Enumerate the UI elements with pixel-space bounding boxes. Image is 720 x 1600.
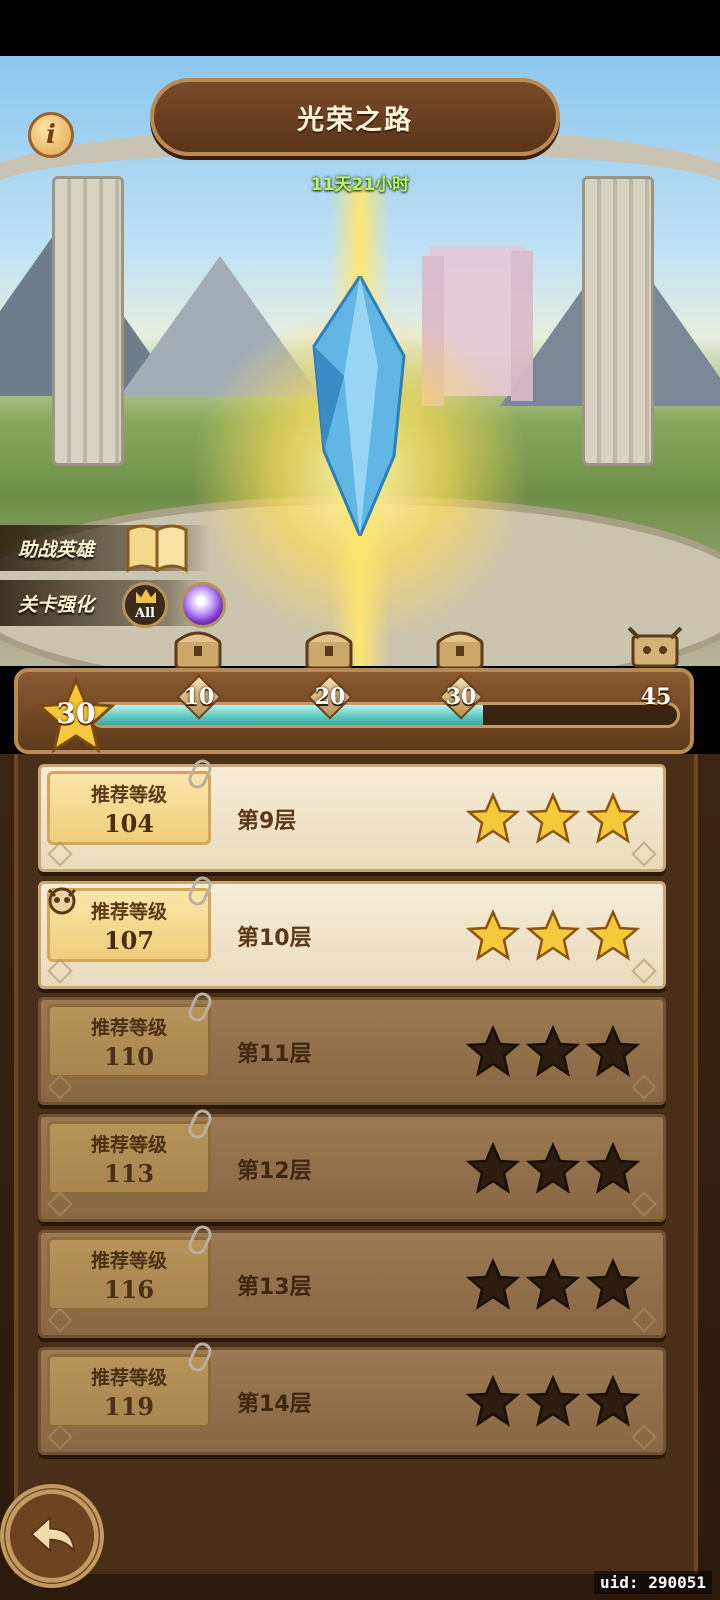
milestone-marker: 30 — [438, 674, 484, 720]
all-badge: All — [135, 606, 155, 621]
milestone-value: 30 — [445, 684, 477, 710]
floor-name: 第9层 — [237, 809, 297, 834]
star-empty-icon — [465, 1374, 521, 1427]
star-filled-icon — [525, 908, 581, 961]
user-id: uid: 290051 — [594, 1571, 712, 1594]
floor-row[interactable]: 推荐等级 113 第12层 — [38, 1106, 666, 1222]
info-icon-glyph: i — [46, 120, 56, 150]
recommended-level-value: 104 — [103, 809, 155, 838]
star-empty-icon — [525, 1024, 581, 1077]
recommended-level-tag: 推荐等级 110 — [47, 1004, 211, 1078]
book-icon[interactable] — [124, 520, 190, 574]
corner-ornament — [631, 1423, 657, 1450]
floor-name: 第12层 — [237, 1158, 312, 1184]
corner-ornament — [631, 1074, 657, 1100]
chest-icon[interactable] — [432, 622, 488, 672]
star-empty-icon — [585, 1024, 641, 1077]
corner-ornament — [47, 1074, 73, 1100]
corner-ornament — [47, 1307, 73, 1333]
milestone-value: 20 — [314, 684, 346, 710]
recommended-level-value: 107 — [103, 925, 155, 955]
recommended-level-value: 113 — [103, 1158, 155, 1188]
star-empty-icon — [525, 1141, 581, 1194]
recommended-level-label: 推荐等级 — [90, 1250, 167, 1272]
stage-boost-button[interactable]: 关卡强化 — [0, 580, 210, 626]
recommended-level-label: 推荐等级 — [90, 1133, 167, 1156]
crystal-icon — [312, 276, 406, 536]
helper-heroes-label: 助战英雄 — [18, 538, 95, 561]
floor-stars — [465, 1257, 641, 1310]
star-empty-icon — [585, 1141, 641, 1194]
floor-stars — [465, 908, 641, 961]
star-filled-icon — [465, 908, 521, 961]
floor-name: 第13层 — [237, 1275, 312, 1300]
floor-row[interactable]: 推荐等级 110 第11层 — [38, 989, 666, 1105]
boss-chest-icon[interactable] — [627, 620, 683, 670]
star-progress-panel — [14, 668, 694, 754]
floor-row[interactable]: 推荐等级 116 第13层 — [38, 1222, 666, 1338]
event-timer: 11天21小时 — [310, 175, 410, 195]
star-filled-icon — [585, 908, 641, 961]
page-title-plate: 光荣之路 — [150, 78, 560, 156]
floor-name: 第11层 — [237, 1042, 312, 1067]
recommended-level-label: 推荐等级 — [90, 784, 167, 806]
milestone-value: 10 — [183, 684, 215, 710]
info-icon[interactable]: i — [28, 112, 74, 158]
pillar-left — [52, 176, 124, 466]
corner-ornament — [47, 957, 73, 984]
corner-ornament — [47, 1423, 73, 1450]
star-progress-fill — [93, 705, 483, 725]
boss-skull-icon — [47, 887, 77, 914]
floor-name: 第10层 — [237, 925, 312, 951]
star-empty-icon — [465, 1257, 521, 1310]
floor-stars — [465, 1374, 641, 1427]
pillar-right — [582, 176, 654, 466]
corner-ornament — [47, 1190, 73, 1217]
chest-icon[interactable] — [170, 622, 226, 672]
corner-ornament — [631, 957, 657, 984]
milestone-marker: 20 — [307, 674, 353, 720]
recommended-level-tag: 推荐等级 104 — [47, 771, 211, 845]
recommended-level-tag: 推荐等级 116 — [47, 1237, 211, 1311]
star-filled-icon — [525, 791, 581, 844]
star-empty-icon — [525, 1257, 581, 1310]
star-empty-icon — [585, 1257, 641, 1310]
floor-row[interactable]: 推荐等级 107 第10层 — [38, 873, 666, 989]
floor-stars — [465, 791, 641, 844]
star-empty-icon — [465, 1141, 521, 1194]
milestone-value: 45 — [640, 684, 672, 710]
recommended-level-label: 推荐等级 — [90, 1017, 167, 1039]
star-filled-icon — [465, 791, 521, 844]
milestone-marker-max: 45 — [634, 675, 678, 719]
floor-row[interactable]: 推荐等级 104 第9层 — [38, 756, 666, 872]
recommended-level-label: 推荐等级 — [90, 1366, 167, 1389]
recommended-level-tag: 推荐等级 113 — [47, 1120, 211, 1195]
floor-row[interactable]: 推荐等级 119 第14层 — [38, 1339, 666, 1455]
floor-name: 第14层 — [237, 1391, 312, 1417]
status-bar — [0, 0, 720, 56]
star-filled-icon — [585, 791, 641, 844]
floor-stars — [465, 1024, 641, 1077]
star-empty-icon — [525, 1374, 581, 1427]
star-empty-icon — [465, 1024, 521, 1077]
current-stars: 30 — [56, 697, 96, 730]
recommended-level-tag: 推荐等级 119 — [47, 1353, 211, 1428]
recommended-level-value: 110 — [103, 1042, 155, 1071]
milestone-marker: 10 — [176, 674, 222, 720]
page-title: 光荣之路 — [297, 104, 413, 136]
corner-ornament — [47, 841, 73, 867]
stage-boost-label: 关卡强化 — [18, 593, 95, 616]
recommended-level-value: 116 — [103, 1275, 155, 1304]
recommended-level-value: 119 — [103, 1391, 155, 1421]
crown-all-icon[interactable]: All — [122, 582, 168, 628]
back-button[interactable] — [0, 1484, 104, 1588]
corner-ornament — [631, 1307, 657, 1333]
corner-ornament — [631, 841, 657, 867]
star-empty-icon — [585, 1374, 641, 1427]
floor-stars — [465, 1141, 641, 1194]
corner-ornament — [631, 1190, 657, 1217]
chest-icon[interactable] — [301, 622, 357, 672]
